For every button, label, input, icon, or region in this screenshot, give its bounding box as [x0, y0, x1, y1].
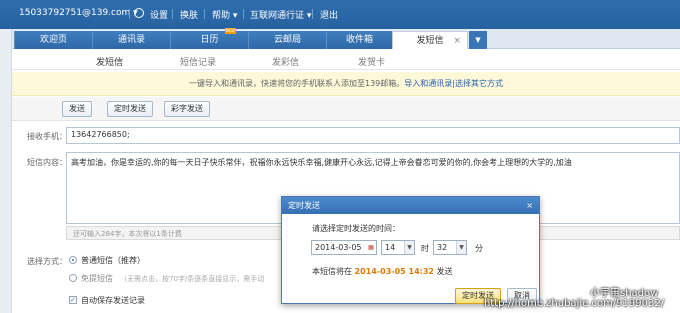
chevron-down-icon: ▾	[306, 11, 312, 21]
color-text-send-button[interactable]: 彩字发送	[164, 101, 210, 117]
tab-label: 收件箱	[345, 35, 373, 45]
close-icon[interactable]: ×	[453, 32, 461, 50]
hour-select[interactable]: 14 ▼	[381, 240, 415, 255]
tab-inbox[interactable]: 收件箱	[326, 31, 392, 49]
message-label: 短信内容：	[27, 158, 67, 167]
subtab-send-mms[interactable]: 发彩信	[272, 55, 299, 68]
scheduled-time: 2014-03-05 14:32	[354, 267, 434, 276]
passport-menu[interactable]: 互联网通行证 ▾	[250, 8, 311, 21]
normal-sms-label: 普通短信（推荐）	[81, 256, 145, 265]
new-badge: NEW	[224, 28, 236, 34]
import-notice-bar: 一键导入和通讯录，快速将您的手机联系人添加至139邮箱。导入和通讯录|选择其它方…	[12, 72, 680, 96]
dialog-title: 定时发送	[288, 201, 320, 210]
divider	[129, 9, 130, 19]
tab-send-sms[interactable]: 发短信 ×	[392, 31, 468, 49]
tab-cloud-post[interactable]: 云邮局	[248, 31, 326, 49]
subtab-sms-records[interactable]: 短信记录	[180, 55, 216, 68]
timed-send-dialog: 定时发送 × 请选择定时发送的时间： 2014-03-05 ▦ 14 ▼ 时 32 ▼ …	[281, 196, 540, 304]
tab-label: 发短信	[416, 36, 444, 46]
tab-more-dropdown[interactable]: ▼	[469, 31, 487, 49]
logout-link[interactable]: 退出	[320, 8, 338, 21]
settings-gear-icon	[134, 8, 144, 18]
flash-sms-note: （无需点击，按70字/条逐条直接显示，需手动	[120, 275, 265, 283]
chevron-down-icon: ▼	[404, 241, 414, 254]
autosave-label: 自动保存发送记录	[81, 296, 145, 305]
left-sidebar-strip	[0, 29, 12, 313]
tab-calendar[interactable]: 日历 NEW	[170, 28, 248, 49]
send-time-info: 本短信将在 2014-03-05 14:32 发送	[312, 266, 453, 277]
hour-unit: 时	[421, 244, 429, 253]
date-value: 2014-03-05	[315, 243, 362, 252]
phone-label: 接收手机：	[27, 132, 67, 141]
minute-value: 32	[437, 243, 448, 252]
tab-label: 日历	[200, 35, 219, 45]
settings-link[interactable]: 设置	[150, 8, 168, 21]
watermark-url: http://home.zhubajie.com/9199032/	[484, 298, 665, 309]
skin-link[interactable]: 换肤	[180, 8, 198, 21]
divider	[204, 9, 205, 19]
account-email: 15033792751@139.com	[19, 8, 131, 18]
notice-text: 一键导入和通讯录，快速将您的手机联系人添加至139邮箱。	[189, 79, 405, 88]
divider	[243, 9, 244, 19]
help-label: 帮助	[212, 11, 231, 21]
dialog-header: 定时发送 ×	[282, 197, 539, 214]
account-menu[interactable]: 15033792751@139.com ▾	[19, 8, 138, 18]
divider	[312, 9, 313, 19]
tab-contacts[interactable]: 通讯录	[92, 31, 170, 49]
divider	[172, 9, 173, 19]
calendar-icon[interactable]: ▦	[366, 241, 376, 254]
dialog-prompt: 请选择定时发送的时间：	[312, 224, 400, 233]
app-window: 15033792751@139.com ▾ 设置 换肤 帮助 ▾ 互联网通行证 …	[0, 0, 680, 313]
tab-welcome[interactable]: 欢迎页	[14, 31, 92, 49]
send-button[interactable]: 发送	[62, 101, 92, 117]
help-menu[interactable]: 帮助 ▾	[212, 8, 237, 21]
send-mode-label: 选择方式：	[27, 257, 67, 266]
date-picker[interactable]: 2014-03-05 ▦	[311, 240, 377, 255]
import-contacts-link[interactable]: 导入和通讯录|选择其它方式	[404, 79, 503, 88]
subtab-send-card[interactable]: 发贺卡	[358, 55, 385, 68]
minute-select[interactable]: 32 ▼	[433, 240, 467, 255]
chevron-down-icon: ▼	[456, 241, 466, 254]
action-toolbar: 发送 定时发送 彩字发送	[12, 97, 680, 121]
top-bar: 15033792751@139.com ▾ 设置 换肤 帮助 ▾ 互联网通行证 …	[0, 0, 680, 29]
minute-unit: 分	[475, 244, 483, 253]
flash-sms-radio[interactable]	[69, 274, 77, 282]
info-prefix: 本短信将在	[312, 267, 352, 276]
hour-value: 14	[385, 243, 396, 252]
recipient-phone-input[interactable]: 13642766850;	[66, 127, 680, 144]
info-suffix: 发送	[436, 267, 453, 276]
normal-sms-radio[interactable]	[69, 256, 77, 264]
chevron-down-icon: ▾	[232, 11, 238, 21]
subtab-send-sms[interactable]: 发短信	[91, 55, 128, 74]
flash-sms-label: 免提短信	[81, 274, 113, 283]
close-icon[interactable]: ×	[526, 197, 533, 214]
tab-label: 通讯录	[117, 35, 145, 45]
tab-label: 欢迎页	[39, 35, 67, 45]
tab-label: 云邮局	[273, 35, 301, 45]
timed-send-button[interactable]: 定时发送	[107, 101, 153, 117]
passport-label: 互联网通行证	[250, 11, 305, 21]
tab-bar: 欢迎页 通讯录 日历 NEW 云邮局 收件箱 发短信 × ▼	[0, 28, 680, 49]
autosave-checkbox[interactable]: ✓	[69, 296, 77, 304]
sms-subnav: 发短信 短信记录 发彩信 发贺卡	[12, 50, 680, 74]
watermark-name: 小宇宙shadow	[590, 288, 659, 299]
